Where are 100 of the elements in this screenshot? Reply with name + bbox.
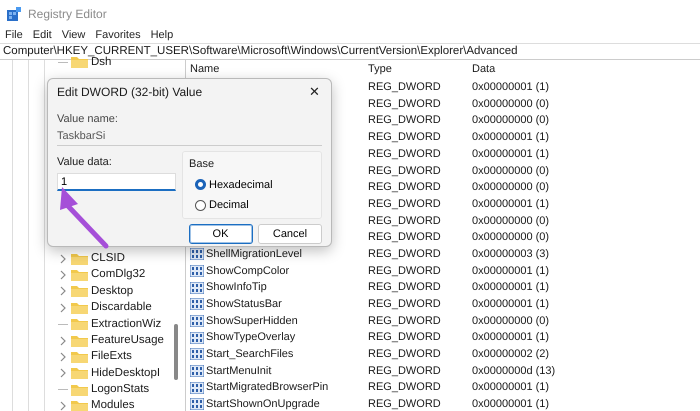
- tree-item[interactable]: ExtractionWiz: [91, 316, 162, 333]
- radio-option[interactable]: Hexadecimal: [195, 176, 273, 193]
- value-type: REG_DWORD: [368, 96, 442, 112]
- value-data: 0x00000001 (1): [472, 280, 550, 296]
- folder-icon: [71, 56, 88, 68]
- column-header[interactable]: Type: [368, 61, 472, 78]
- value-name[interactable]: ShowStatusBar: [206, 296, 282, 313]
- value-data: 0x00000001 (1): [472, 297, 550, 312]
- tree-item[interactable]: LogonStats: [91, 381, 150, 398]
- folder-icon: [71, 384, 88, 396]
- folder-icon: [71, 318, 88, 330]
- value-data: 0x00000000 (0): [472, 230, 550, 246]
- tree-item[interactable]: CLSID: [91, 250, 125, 268]
- value-data: 0x00000001 (1): [472, 264, 550, 279]
- value-name[interactable]: StartShownOnUpgrade: [206, 396, 320, 411]
- folder-icon: [71, 400, 88, 411]
- menu-item[interactable]: File: [5, 27, 23, 44]
- value-type: REG_DWORD: [368, 230, 442, 246]
- value-type: REG_DWORD: [368, 364, 442, 379]
- group-label: Base: [189, 157, 216, 172]
- value-type: REG_DWORD: [368, 347, 442, 362]
- tree-item[interactable]: FileExts: [91, 348, 132, 366]
- value-data-input[interactable]: 1: [57, 173, 176, 191]
- expand-chevron-icon[interactable]: [58, 270, 68, 280]
- folder-icon: [71, 334, 88, 347]
- value-data: 0x00000000 (0): [472, 214, 550, 229]
- folder-icon: [71, 252, 88, 265]
- expand-chevron-icon[interactable]: [58, 401, 68, 411]
- value-name[interactable]: ShowCompColor: [206, 262, 290, 280]
- tree-item[interactable]: Desktop: [91, 282, 134, 300]
- field-label: Value name:: [57, 112, 119, 127]
- value-type: REG_DWORD: [368, 246, 442, 262]
- registry-cube-icon: [6, 6, 22, 22]
- annotation-arrow: [60, 187, 108, 248]
- dialog-title: Edit DWORD (32-bit) Value: [57, 84, 202, 101]
- menu-item[interactable]: Edit: [32, 27, 52, 44]
- value-type: REG_DWORD: [368, 146, 442, 162]
- value-data: 0x00000000 (0): [472, 180, 550, 196]
- value-data: 0x00000001 (1): [472, 330, 550, 346]
- binary-value-icon: [190, 398, 204, 410]
- value-name[interactable]: ShowInfoTip: [206, 279, 267, 296]
- value-data: 0x0000000d (13): [472, 364, 556, 379]
- value-data: 0x00000001 (1): [472, 397, 550, 411]
- value-type: REG_DWORD: [368, 196, 442, 212]
- close-button[interactable]: ✕: [307, 82, 322, 102]
- value-type: REG_DWORD: [368, 113, 442, 128]
- value-data: 0x00000001 (1): [472, 130, 550, 146]
- value-name[interactable]: StartMenuInit: [206, 362, 272, 380]
- value-type: REG_DWORD: [368, 297, 442, 312]
- value-name-field[interactable]: TaskbarSi: [57, 128, 322, 146]
- expand-chevron-icon[interactable]: [58, 302, 68, 313]
- value-data: 0x00000001 (1): [472, 380, 550, 396]
- value-data: 0x00000001 (1): [472, 80, 550, 96]
- expand-chevron-icon[interactable]: [58, 368, 68, 378]
- value-data: 0x00000000 (0): [472, 96, 550, 112]
- folder-icon: [71, 367, 88, 380]
- cancel-button[interactable]: Cancel: [258, 224, 322, 244]
- value-name[interactable]: ShowSuperHidden: [206, 312, 298, 330]
- binary-value-icon: [190, 365, 204, 378]
- value-name[interactable]: ShellMigrationLevel: [206, 246, 302, 262]
- folder-icon: [71, 285, 88, 298]
- tree-item[interactable]: Modules: [91, 397, 134, 411]
- value-type: REG_DWORD: [368, 330, 442, 346]
- value-type: REG_DWORD: [368, 180, 442, 196]
- column-header[interactable]: Name: [190, 61, 368, 78]
- window-title: Registry Editor: [28, 6, 107, 23]
- value-type: REG_DWORD: [368, 264, 442, 279]
- ok-button[interactable]: OK: [188, 224, 252, 244]
- expand-chevron-icon[interactable]: [58, 336, 68, 346]
- expand-chevron-icon[interactable]: [58, 286, 68, 296]
- tree-item[interactable]: ComDlg32: [91, 266, 146, 284]
- tree-item[interactable]: Discardable: [91, 299, 152, 316]
- binary-value-icon: [190, 332, 204, 344]
- value-type: REG_DWORD: [368, 280, 442, 296]
- value-data: 0x00000001 (1): [472, 196, 550, 212]
- value-data: 0x00000000 (0): [472, 314, 550, 329]
- radio-option[interactable]: Decimal: [195, 197, 249, 214]
- expand-chevron-icon[interactable]: [58, 254, 68, 264]
- menu-item[interactable]: Favorites: [95, 27, 141, 44]
- value-name[interactable]: ShowTypeOverlay: [206, 329, 296, 346]
- value-type: REG_DWORD: [368, 80, 442, 96]
- value-name[interactable]: Start_SearchFiles: [206, 346, 294, 363]
- scrollbar-thumb[interactable]: [174, 324, 178, 380]
- column-header[interactable]: Data: [472, 61, 700, 78]
- binary-value-icon: [190, 264, 204, 277]
- menu-item[interactable]: Help: [150, 27, 174, 44]
- expand-chevron-icon[interactable]: [58, 352, 68, 362]
- binary-value-icon: [190, 314, 204, 327]
- menu-item[interactable]: View: [62, 27, 86, 44]
- value-data: 0x00000000 (0): [472, 164, 550, 179]
- value-type: REG_DWORD: [368, 130, 442, 146]
- field-label: Value data:: [57, 154, 113, 170]
- value-data: 0x00000001 (1): [472, 146, 550, 162]
- value-name[interactable]: StartMigratedBrowserPin: [206, 379, 328, 396]
- binary-value-icon: [190, 382, 204, 394]
- value-data: 0x00000000 (0): [472, 113, 550, 128]
- tree-item[interactable]: FeatureUsage: [91, 332, 164, 350]
- value-type: REG_DWORD: [368, 164, 442, 179]
- tree-item[interactable]: HideDesktopI: [91, 364, 160, 382]
- value-type: REG_DWORD: [368, 314, 442, 329]
